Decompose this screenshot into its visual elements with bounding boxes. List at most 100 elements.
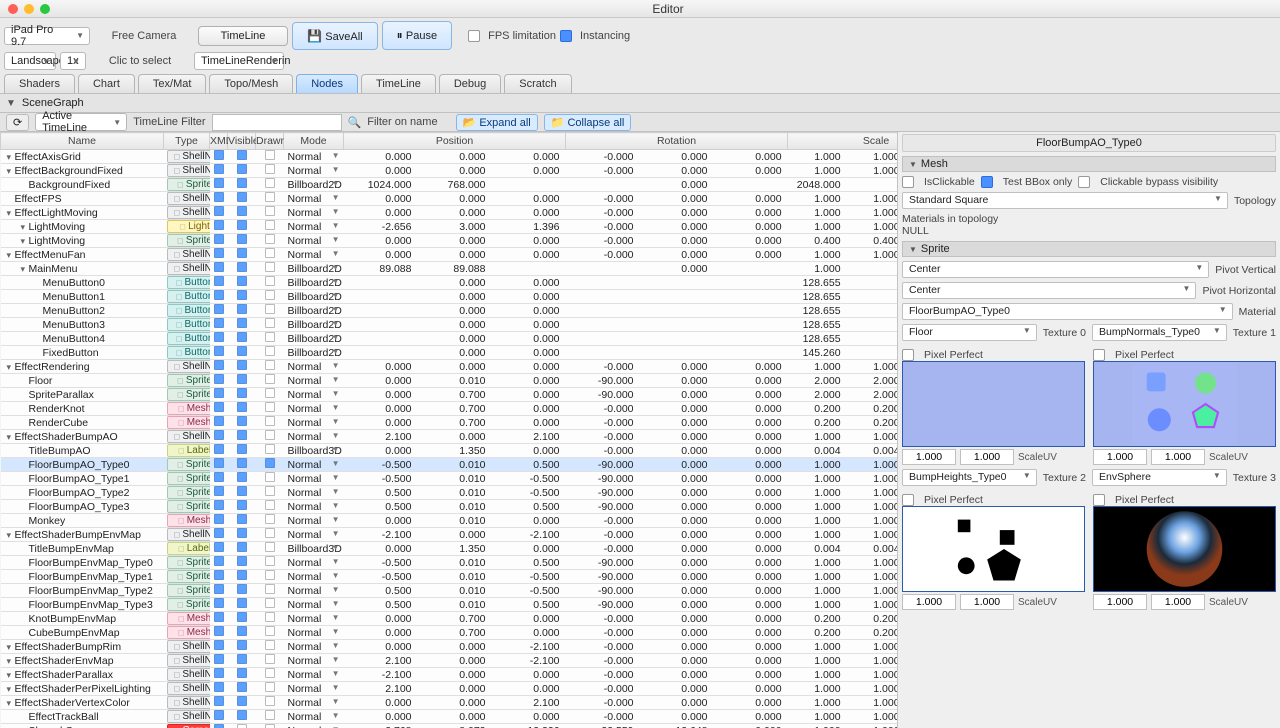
table-row[interactable]: MenuButton1ButtonBillboard2D0.0000.00012…: [1, 290, 899, 304]
tex2-pixelperfect-checkbox[interactable]: [902, 494, 914, 506]
instancing-checkbox[interactable]: [560, 30, 572, 42]
save-all-button[interactable]: 💾 SaveAll: [292, 22, 378, 50]
table-row[interactable]: ▾EffectShaderBumpRimShellNodeNormal0.000…: [1, 640, 899, 654]
table-row[interactable]: RenderKnotMeshNormal0.0000.7000.000-0.00…: [1, 402, 899, 416]
orientation-select[interactable]: Landscape: [4, 52, 56, 70]
table-row[interactable]: RenderCubeMeshNormal0.0000.7000.000-0.00…: [1, 416, 899, 430]
table-row[interactable]: ▾LightMovingSpriteNormal0.0000.0000.000-…: [1, 234, 899, 248]
tex2-preview[interactable]: [902, 506, 1085, 592]
scenegraph-toggle-icon[interactable]: ▼: [6, 98, 16, 109]
table-row[interactable]: ▾EffectLightMovingShellNodeNormal0.0000.…: [1, 206, 899, 220]
minimize-icon[interactable]: [24, 4, 34, 14]
tex0-select[interactable]: Floor: [902, 324, 1037, 341]
table-row[interactable]: MenuButton2ButtonBillboard2D0.0000.00012…: [1, 304, 899, 318]
sprite-section-header[interactable]: Sprite: [902, 241, 1276, 257]
isclickable-checkbox[interactable]: [902, 176, 914, 188]
zoom-icon[interactable]: [40, 4, 50, 14]
expand-all-button[interactable]: 📂 Expand all: [456, 114, 538, 131]
table-row[interactable]: BackgroundFixedSpriteBillboard2D1024.000…: [1, 178, 899, 192]
fps-limitation-checkbox[interactable]: [468, 30, 480, 42]
table-row[interactable]: FloorBumpAO_Type0SpriteNormal-0.5000.010…: [1, 458, 899, 472]
table-row[interactable]: ▾MainMenuShellNodeBillboard2D89.08889.08…: [1, 262, 899, 276]
table-row[interactable]: ▾EffectAxisGridShellNodeNormal0.0000.000…: [1, 150, 899, 164]
tab-timeline[interactable]: TimeLine: [361, 74, 436, 93]
bypass-checkbox[interactable]: [1078, 176, 1090, 188]
table-row[interactable]: ▾LightMovingLightNormal-2.6563.0001.396-…: [1, 220, 899, 234]
tex2-select[interactable]: BumpHeights_Type0: [902, 469, 1037, 486]
table-row[interactable]: ▾EffectShaderBumpEnvMapShellNodeNormal-2…: [1, 528, 899, 542]
table-row[interactable]: ▾EffectShaderBumpAOShellNodeNormal2.1000…: [1, 430, 899, 444]
sprite-section-label: Sprite: [921, 243, 950, 255]
tex3-scale-u[interactable]: [1093, 594, 1147, 610]
tex1-scale-u[interactable]: [1093, 449, 1147, 465]
table-row[interactable]: FloorBumpEnvMap_Type1SpriteNormal-0.5000…: [1, 570, 899, 584]
material-select[interactable]: FloorBumpAO_Type0: [902, 303, 1233, 320]
tab-shaders[interactable]: Shaders: [4, 74, 75, 93]
topology-select[interactable]: Standard Square: [902, 192, 1228, 209]
tex1-scale-v[interactable]: [1151, 449, 1205, 465]
table-row[interactable]: ▾EffectShaderVertexColorShellNodeNormal0…: [1, 696, 899, 710]
timeline-filter-input[interactable]: [212, 114, 342, 131]
tex0-scale-u[interactable]: [902, 449, 956, 465]
tab-debug[interactable]: Debug: [439, 74, 501, 93]
tex1-select[interactable]: BumpNormals_Type0: [1092, 324, 1227, 341]
tab-nodes[interactable]: Nodes: [296, 74, 358, 93]
table-row[interactable]: TitleBumpEnvMapLabelBillboard3D0.0001.35…: [1, 542, 899, 556]
mesh-section-header[interactable]: Mesh: [902, 156, 1276, 172]
table-row[interactable]: ▾EffectBackgroundFixedShellNodeNormal0.0…: [1, 164, 899, 178]
tex3-select[interactable]: EnvSphere: [1092, 469, 1227, 486]
table-row[interactable]: TitleBumpAOLabelBillboard3D0.0001.3500.0…: [1, 444, 899, 458]
tex3-pixelperfect-checkbox[interactable]: [1093, 494, 1105, 506]
table-row[interactable]: ▾EffectShaderParallaxShellNodeNormal-2.1…: [1, 668, 899, 682]
device-select[interactable]: iPad Pro 9.7: [4, 27, 90, 45]
zoom-select[interactable]: 1x: [60, 52, 86, 70]
table-row[interactable]: EffectTrackBallShellNodeNormal0.0000.000…: [1, 710, 899, 724]
tab-texmat[interactable]: Tex/Mat: [138, 74, 207, 93]
tab-topomesh[interactable]: Topo/Mesh: [209, 74, 293, 93]
table-row[interactable]: EffectFPSShellNodeNormal0.0000.0000.000-…: [1, 192, 899, 206]
table-row[interactable]: FloorBumpAO_Type2SpriteNormal0.5000.010-…: [1, 486, 899, 500]
table-row[interactable]: SpriteParallaxSpriteNormal0.0000.7000.00…: [1, 388, 899, 402]
timeline-rendering-select[interactable]: TimeLineRenderin: [194, 52, 284, 70]
table-row[interactable]: MenuButton4ButtonBillboard2D0.0000.00012…: [1, 332, 899, 346]
tex1-preview[interactable]: [1093, 361, 1276, 447]
pause-button[interactable]: ⏸ Pause: [382, 21, 453, 50]
table-row[interactable]: FloorBumpEnvMap_Type0SpriteNormal-0.5000…: [1, 556, 899, 570]
pivot-vertical-select[interactable]: Center: [902, 261, 1209, 278]
table-row[interactable]: ▾EffectMenuFanShellNodeNormal0.0000.0000…: [1, 248, 899, 262]
timeline-button[interactable]: TimeLine: [198, 26, 288, 46]
tex2-scale-v[interactable]: [960, 594, 1014, 610]
table-row[interactable]: FloorBumpEnvMap_Type3SpriteNormal0.5000.…: [1, 598, 899, 612]
table-row[interactable]: KnotBumpEnvMapMeshNormal0.0000.7000.000-…: [1, 612, 899, 626]
table-row[interactable]: FloorBumpEnvMap_Type2SpriteNormal0.5000.…: [1, 584, 899, 598]
tex0-scale-v[interactable]: [960, 449, 1014, 465]
pivot-horizontal-select[interactable]: Center: [902, 282, 1196, 299]
tex3-scale-v[interactable]: [1151, 594, 1205, 610]
refresh-button[interactable]: ⟳: [6, 114, 29, 131]
close-icon[interactable]: [8, 4, 18, 14]
tex2-scale-u[interactable]: [902, 594, 956, 610]
table-row[interactable]: ▾EffectShaderEnvMapShellNodeNormal2.1000…: [1, 654, 899, 668]
table-row[interactable]: MonkeyMeshNormal0.0000.0100.000-0.0000.0…: [1, 514, 899, 528]
table-row[interactable]: Shared CameraCameraNormal-2.7688.07212.3…: [1, 724, 899, 728]
scenegraph-bar: ▼ SceneGraph: [0, 94, 1280, 113]
active-timeline-select[interactable]: Active TimeLine: [35, 113, 127, 131]
tex1-pixelperfect-checkbox[interactable]: [1093, 349, 1105, 361]
tex3-preview[interactable]: [1093, 506, 1276, 592]
table-row[interactable]: FloorSpriteNormal0.0000.0100.000-90.0000…: [1, 374, 899, 388]
table-row[interactable]: CubeBumpEnvMapMeshNormal0.0000.7000.000-…: [1, 626, 899, 640]
table-row[interactable]: MenuButton3ButtonBillboard2D0.0000.00012…: [1, 318, 899, 332]
tex0-preview[interactable]: [902, 361, 1085, 447]
collapse-all-button[interactable]: 📁 Collapse all: [544, 114, 632, 131]
tex0-pixelperfect-checkbox[interactable]: [902, 349, 914, 361]
table-row[interactable]: FixedButtonButtonBillboard2D0.0000.00014…: [1, 346, 899, 360]
table-row[interactable]: ▾EffectShaderPerPixelLightingShellNodeNo…: [1, 682, 899, 696]
tab-scratch[interactable]: Scratch: [504, 74, 571, 93]
bbox-checkbox[interactable]: [981, 176, 993, 188]
table-row[interactable]: FloorBumpAO_Type3SpriteNormal0.5000.0100…: [1, 500, 899, 514]
table-row[interactable]: ▾EffectRenderingShellNodeNormal0.0000.00…: [1, 360, 899, 374]
table-row[interactable]: FloorBumpAO_Type1SpriteNormal-0.5000.010…: [1, 472, 899, 486]
table-row[interactable]: MenuButton0ButtonBillboard2D0.0000.00012…: [1, 276, 899, 290]
collapse-all-label: Collapse all: [567, 117, 624, 129]
tab-chart[interactable]: Chart: [78, 74, 135, 93]
